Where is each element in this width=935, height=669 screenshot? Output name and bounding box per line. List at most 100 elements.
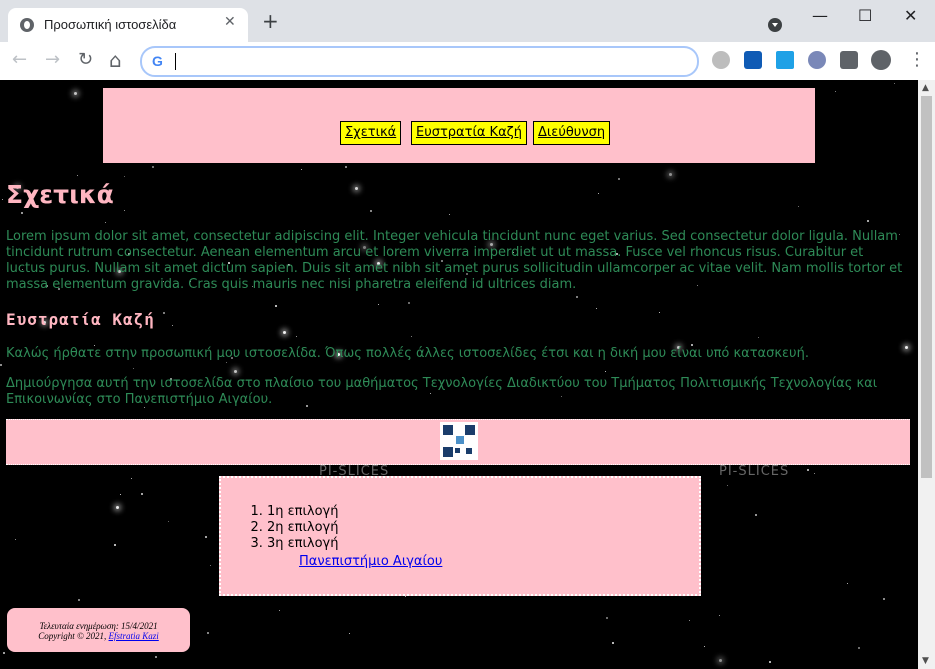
star-dot — [659, 312, 660, 313]
star-dot — [279, 610, 280, 611]
star-dot — [370, 210, 372, 212]
star-dot — [814, 473, 815, 474]
puzzle-icon[interactable] — [840, 51, 858, 69]
windows-icon[interactable] — [776, 51, 794, 69]
star-dot — [612, 642, 614, 644]
nav-link-address[interactable]: Διεύθυνση — [533, 121, 611, 145]
nav-link-about[interactable]: Σχετικά — [340, 121, 402, 145]
browser-tab[interactable]: Προσωπική ιστοσελίδα ✕ — [8, 8, 248, 42]
scroll-thumb[interactable] — [921, 96, 932, 478]
star-dot — [124, 210, 125, 211]
star-dot — [867, 220, 869, 222]
copyright-text: Copyright © 2021, — [38, 631, 107, 641]
star-dot — [755, 514, 757, 516]
star-dot — [207, 632, 209, 634]
list-item: 1η επιλογή — [267, 504, 338, 520]
star-dot — [275, 305, 277, 307]
star-dot — [596, 308, 597, 309]
star-dot — [210, 565, 211, 566]
back-button[interactable]: ← — [12, 50, 27, 70]
star-dot — [605, 371, 606, 372]
text-caret — [175, 53, 176, 70]
star-dot — [124, 176, 125, 177]
star-dot — [21, 212, 23, 214]
list-item: 2η επιλογή — [267, 520, 338, 536]
welcome-paragraph: Καλώς ήρθατε στην προσωπική μου ιστοσελί… — [6, 346, 809, 361]
globe-icon — [20, 18, 34, 32]
star-dot — [78, 599, 80, 601]
star-dot — [704, 646, 705, 647]
star-dot — [15, 539, 16, 540]
star-dot — [205, 536, 207, 538]
star-dot — [405, 596, 406, 597]
star-dot — [847, 583, 848, 584]
qr-bar — [6, 419, 910, 465]
star-dot — [116, 506, 119, 509]
star-dot — [283, 331, 286, 334]
reload-button[interactable]: ↻ — [78, 50, 93, 70]
star-dot — [77, 175, 78, 176]
heading-about: Σχετικά — [6, 180, 114, 209]
star-dot — [449, 214, 450, 215]
forward-button[interactable]: → — [45, 50, 60, 70]
star-dot — [858, 647, 860, 649]
scroll-down-icon[interactable]: ▼ — [922, 656, 929, 666]
heading-name: Ευστρατία Καζή — [6, 310, 155, 329]
star-dot — [727, 485, 728, 486]
star-dot — [618, 178, 620, 180]
address-bar[interactable]: G — [140, 46, 699, 77]
university-link[interactable]: Πανεπιστήμιο Αιγαίου — [299, 554, 442, 569]
star-dot — [807, 469, 809, 471]
home-button[interactable]: ⌂ — [109, 50, 122, 70]
star-dot — [345, 166, 347, 168]
star-dot — [835, 91, 836, 92]
star-dot — [378, 304, 379, 305]
star-dot — [758, 337, 759, 338]
star-dot — [719, 615, 720, 616]
star-dot — [598, 193, 599, 194]
star-dot — [3, 652, 5, 654]
star-dot — [894, 83, 895, 84]
star-dot — [411, 336, 412, 337]
close-tab-icon[interactable]: ✕ — [224, 14, 236, 30]
star-dot — [141, 493, 143, 495]
tab-title: Προσωπική ιστοσελίδα — [44, 17, 177, 32]
new-tab-button[interactable]: + — [262, 11, 279, 31]
star-dot — [172, 325, 173, 326]
star-dot — [120, 494, 121, 495]
browser-toolbar: ← → ↻ ⌂ G ⋮ — [0, 42, 935, 81]
star-dot — [719, 659, 722, 662]
options-list: 1η επιλογή 2η επιλογή 3η επιλογή — [249, 504, 338, 552]
star-dot — [576, 296, 578, 298]
nav-link-name[interactable]: Ευστρατία Καζή — [411, 121, 527, 145]
star-dot — [689, 620, 690, 621]
outlook-icon[interactable] — [744, 51, 762, 69]
extension-me-icon[interactable] — [808, 51, 826, 69]
profile-icon[interactable] — [871, 50, 891, 70]
star-dot — [769, 661, 771, 663]
created-paragraph: Δημιούργησα αυτή την ιστοσελίδα στο πλαί… — [6, 376, 878, 407]
last-updated: Τελευταία ενημέρωση: 15/4/2021 — [39, 621, 158, 631]
qr-code-image — [440, 422, 478, 460]
star-dot — [669, 173, 672, 176]
author-link[interactable]: Efstratia Kazi — [109, 631, 159, 641]
star-dot — [155, 656, 157, 658]
close-window-button[interactable]: ✕ — [904, 6, 917, 25]
maximize-button[interactable]: ☐ — [858, 6, 872, 25]
star-dot — [133, 368, 134, 369]
web-page: Σχετικά Ευστρατία Καζή Διεύθυνση Σχετικά… — [0, 80, 918, 669]
extension-c-icon[interactable] — [712, 51, 730, 69]
star-dot — [131, 478, 132, 479]
star-dot — [0, 364, 2, 366]
list-item: 3η επιλογή — [267, 536, 338, 552]
star-dot — [168, 521, 169, 522]
watermark-text: PI-SLICES — [719, 464, 790, 479]
footer: Τελευταία ενημέρωση: 15/4/2021 Copyright… — [7, 608, 190, 652]
scrollbar[interactable]: ▲ ▼ — [918, 80, 935, 669]
tab-search-icon[interactable] — [768, 18, 782, 32]
menu-icon[interactable]: ⋮ — [908, 50, 926, 70]
star-dot — [408, 302, 410, 304]
scroll-up-icon[interactable]: ▲ — [922, 83, 929, 93]
minimize-button[interactable]: — — [812, 6, 828, 25]
star-dot — [152, 166, 154, 168]
